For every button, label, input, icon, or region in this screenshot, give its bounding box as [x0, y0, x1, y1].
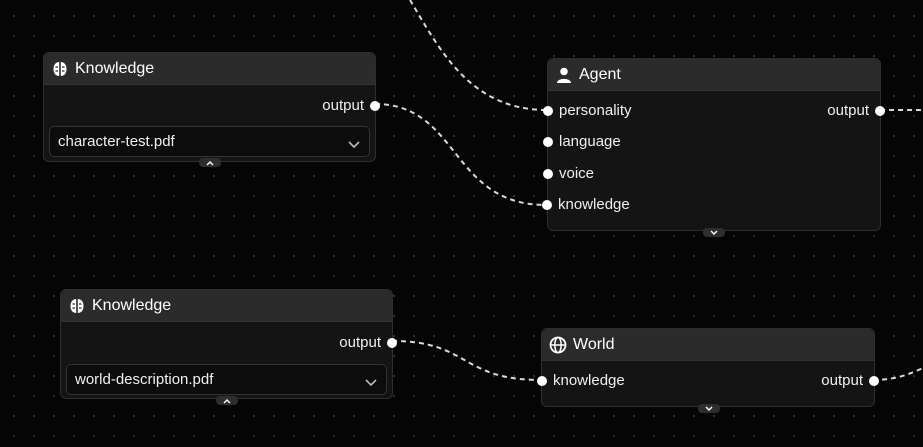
knowledge-file-select-1[interactable]: character-test.pdf	[49, 126, 370, 157]
input-port-handle[interactable]	[537, 375, 547, 386]
knowledge-file-select-2[interactable]: world-description.pdf	[66, 364, 387, 395]
selected-file-value: character-test.pdf	[58, 133, 175, 150]
knowledge-node-1-header[interactable]: Knowledge	[44, 53, 375, 85]
user-icon	[555, 66, 573, 84]
knowledge-node-2-header[interactable]: Knowledge	[61, 290, 392, 322]
expand-button-agent[interactable]	[703, 228, 725, 237]
output-port-handle[interactable]	[875, 105, 885, 116]
chevron-down-icon	[705, 406, 713, 411]
chevron-down-icon	[348, 136, 360, 153]
input-port-label: language	[559, 133, 621, 150]
output-port-label: output	[339, 334, 381, 351]
expand-button-world[interactable]	[698, 404, 720, 413]
knowledge-node-1-output-port[interactable]: output	[322, 97, 380, 114]
agent-input-personality[interactable]: personality	[543, 102, 632, 119]
chevron-up-icon	[223, 398, 231, 403]
world-node[interactable]: World knowledge output	[537, 328, 879, 413]
world-node-header[interactable]: World	[542, 329, 874, 361]
globe-icon	[549, 336, 567, 354]
input-port-label: knowledge	[558, 196, 630, 213]
agent-node[interactable]: Agent personality language voice knowled…	[542, 58, 885, 237]
collapse-button-2[interactable]	[216, 396, 238, 405]
world-output-port[interactable]: output	[821, 372, 879, 389]
agent-node-title: Agent	[579, 65, 621, 83]
output-port-handle[interactable]	[869, 375, 879, 386]
output-port-handle[interactable]	[387, 337, 397, 348]
input-port-label: personality	[559, 102, 632, 119]
input-port-label: knowledge	[553, 372, 625, 389]
input-port-handle[interactable]	[542, 199, 552, 210]
brain-icon	[51, 60, 69, 78]
output-port-label: output	[821, 372, 863, 389]
chevron-down-icon	[365, 374, 377, 391]
input-port-label: voice	[559, 165, 595, 182]
edge-knowledge1-to-agent-knowledge[interactable]	[374, 103, 547, 206]
world-node-title: World	[573, 335, 615, 353]
agent-input-language[interactable]: language	[543, 133, 621, 150]
knowledge-node-1[interactable]: Knowledge output character-test.pdf	[43, 52, 380, 167]
output-port-label: output	[322, 97, 364, 114]
agent-node-header[interactable]: Agent	[548, 59, 880, 91]
agent-input-knowledge[interactable]: knowledge	[542, 196, 630, 213]
agent-input-voice[interactable]: voice	[543, 165, 594, 182]
chevron-down-icon	[710, 230, 718, 235]
selected-file-value: world-description.pdf	[75, 371, 214, 388]
output-port-label: output	[827, 102, 869, 119]
knowledge-node-1-title: Knowledge	[75, 59, 155, 77]
input-port-handle[interactable]	[543, 168, 553, 179]
edge-top-to-agent-personality[interactable]	[409, 0, 548, 111]
collapse-button-1[interactable]	[199, 158, 221, 167]
edge-world-output-offscreen[interactable]	[872, 367, 923, 381]
agent-output-port[interactable]: output	[827, 102, 885, 119]
output-port-handle[interactable]	[370, 100, 380, 111]
knowledge-node-2[interactable]: Knowledge output world-description.pdf	[60, 289, 397, 405]
knowledge-node-2-title: Knowledge	[92, 296, 172, 314]
chevron-up-icon	[206, 160, 214, 165]
knowledge-node-2-output-port[interactable]: output	[339, 334, 397, 351]
brain-icon	[68, 297, 86, 315]
input-port-handle[interactable]	[543, 105, 553, 116]
world-input-knowledge[interactable]: knowledge	[537, 372, 625, 389]
input-port-handle[interactable]	[543, 136, 553, 147]
edge-knowledge2-to-world-knowledge[interactable]	[391, 340, 542, 381]
